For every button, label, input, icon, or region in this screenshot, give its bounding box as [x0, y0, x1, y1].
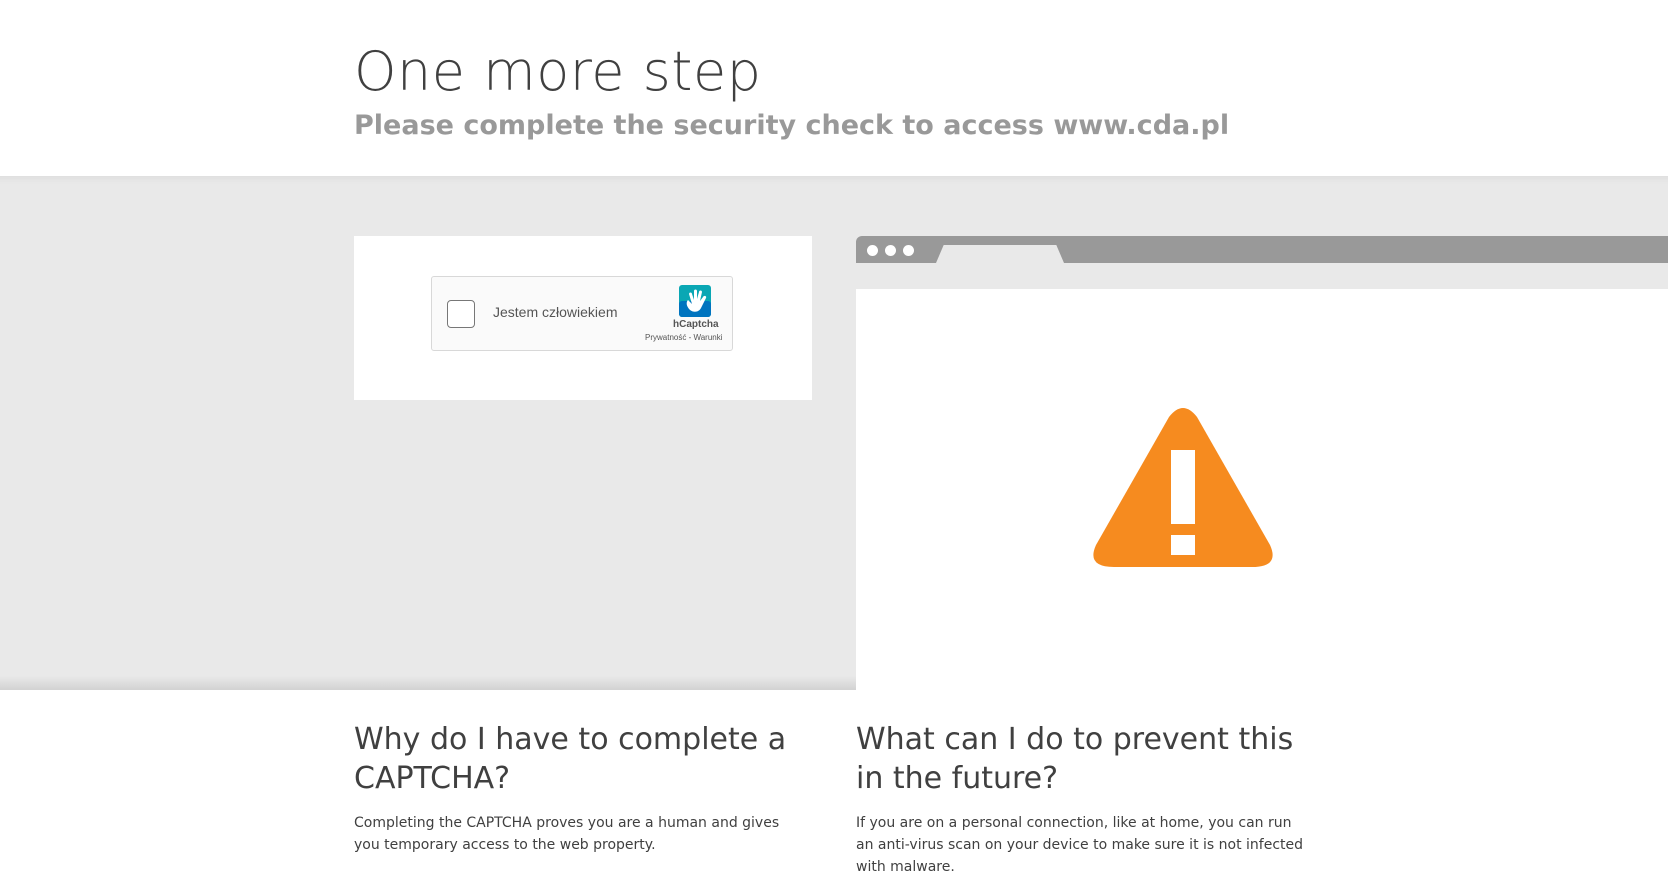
- page-header: One more step Please complete the securi…: [0, 0, 1668, 176]
- warning-triangle-icon: [1093, 408, 1273, 567]
- band-shadow: [0, 676, 856, 690]
- page-subtitle: Please complete the security check to ac…: [354, 110, 1230, 141]
- why-text: Completing the CAPTCHA proves you are a …: [354, 815, 780, 853]
- hcaptcha-widget: Jestem człowiekiem hCaptcha Prywatność -…: [431, 276, 733, 351]
- browser-titlebar: [856, 236, 1668, 263]
- browser-illustration: [856, 236, 1668, 690]
- prevent-text: If you are on a personal connection, lik…: [856, 815, 1304, 875]
- browser-dot-icon: [885, 245, 896, 256]
- browser-toolbar: [856, 263, 1668, 289]
- human-checkbox[interactable]: [447, 300, 475, 328]
- browser-dot-icon: [903, 245, 914, 256]
- privacy-link[interactable]: Prywatność: [645, 333, 686, 342]
- browser-viewport: [856, 289, 1668, 690]
- hcaptcha-brand: hCaptcha: [673, 319, 719, 330]
- terms-link[interactable]: Warunki: [693, 333, 722, 342]
- human-checkbox-label[interactable]: Jestem człowiekiem: [493, 304, 617, 320]
- prevent-heading: What can I do to prevent this in the fut…: [856, 722, 1294, 796]
- browser-tab: [936, 245, 1064, 263]
- why-heading: Why do I have to complete a CAPTCHA?: [354, 722, 787, 796]
- browser-dot-icon: [867, 245, 878, 256]
- page-title: One more step: [354, 40, 762, 103]
- hcaptcha-logo-icon: [679, 285, 711, 317]
- hcaptcha-links: Prywatność - Warunki: [645, 333, 723, 342]
